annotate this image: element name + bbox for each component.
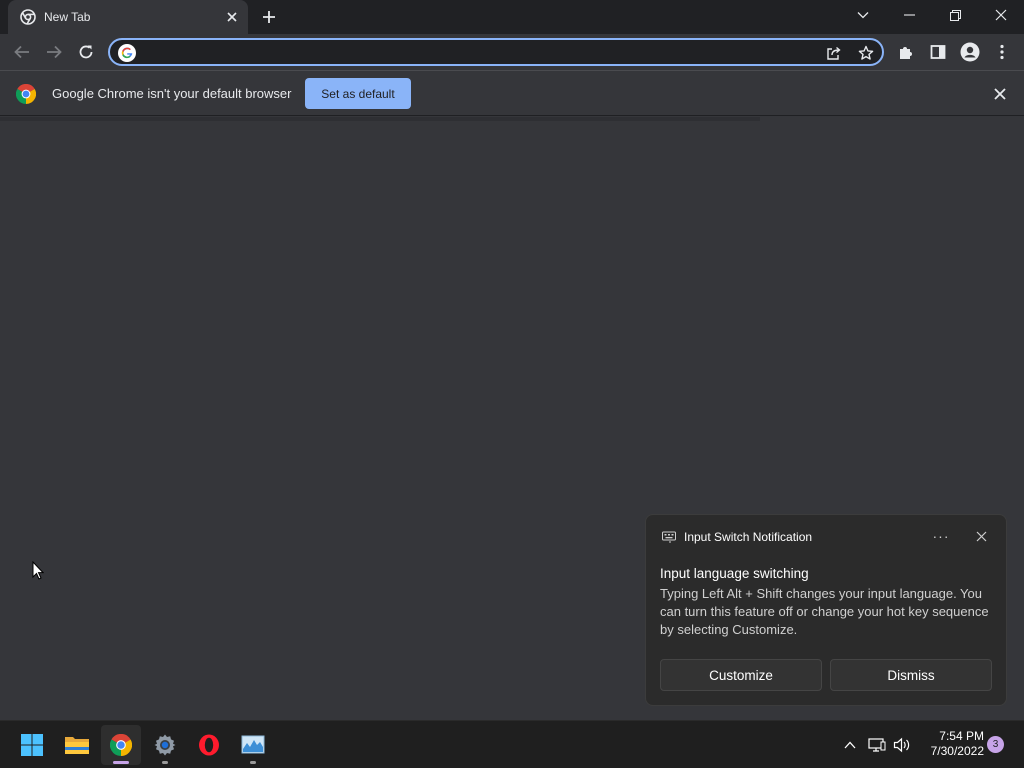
infobar-close-icon[interactable] [990,84,1010,104]
task-manager-icon[interactable] [233,725,273,765]
input-switch-notification: Input Switch Notification ··· Input lang… [645,514,1007,706]
set-as-default-button[interactable]: Set as default [305,78,411,109]
notification-close-icon[interactable] [972,527,990,545]
opera-icon[interactable] [189,725,229,765]
reload-icon[interactable] [75,41,97,63]
notification-heading: Input language switching [660,566,809,581]
show-hidden-icons-chevron-up-icon[interactable] [840,735,860,755]
active-app-indicator [113,761,129,764]
restore-icon[interactable] [932,0,978,30]
minimize-icon[interactable] [886,0,932,30]
tab-new-tab[interactable]: New Tab [8,0,248,34]
settings-icon[interactable] [145,725,185,765]
chrome-logo-icon [16,84,36,104]
forward-arrow-icon[interactable] [43,41,65,63]
customize-button[interactable]: Customize [660,659,822,691]
side-panel-icon[interactable] [927,41,949,63]
back-arrow-icon[interactable] [11,41,33,63]
extensions-puzzle-icon[interactable] [895,41,917,63]
notification-more-options-icon[interactable]: ··· [932,527,950,545]
infobar-message: Google Chrome isn't your default browser [52,86,292,101]
title-bar: New Tab [0,0,1024,34]
google-g-icon [118,44,136,62]
taskbar: 7:54 PM 7/30/2022 3 [0,720,1024,768]
tab-close-icon[interactable] [224,9,240,25]
share-icon[interactable] [826,45,842,61]
keyboard-icon [662,531,676,543]
bookmark-star-icon[interactable] [858,45,874,61]
chrome-favicon-icon [20,9,36,25]
tab-title: New Tab [44,10,91,24]
mouse-cursor-icon [32,561,44,580]
menu-kebab-icon[interactable] [991,41,1013,63]
window-close-icon[interactable] [978,0,1024,30]
tab-search-chevron-down-icon[interactable] [840,0,886,30]
notification-app-name: Input Switch Notification [684,530,813,544]
network-icon[interactable] [867,735,887,755]
profile-avatar-icon[interactable] [959,41,981,63]
clock-date: 7/30/2022 [930,744,984,758]
volume-icon[interactable] [892,735,912,755]
notification-body: Typing Left Alt + Shift changes your inp… [660,586,989,637]
address-input[interactable] [144,42,784,62]
dismiss-button[interactable]: Dismiss [830,659,992,691]
start-icon[interactable] [12,725,52,765]
clock-time: 7:54 PM [939,729,984,743]
taskbar-clock[interactable]: 7:54 PM 7/30/2022 [918,729,984,759]
default-browser-infobar: Google Chrome isn't your default browser… [0,70,1024,116]
new-tab-plus-icon[interactable] [258,8,280,26]
chrome-icon[interactable] [101,725,141,765]
address-bar[interactable] [108,38,884,66]
content-top-shadow [0,117,760,121]
notification-count-badge[interactable]: 3 [987,736,1004,753]
running-app-indicator [162,761,168,764]
file-explorer-icon[interactable] [57,725,97,765]
running-app-indicator [250,761,256,764]
